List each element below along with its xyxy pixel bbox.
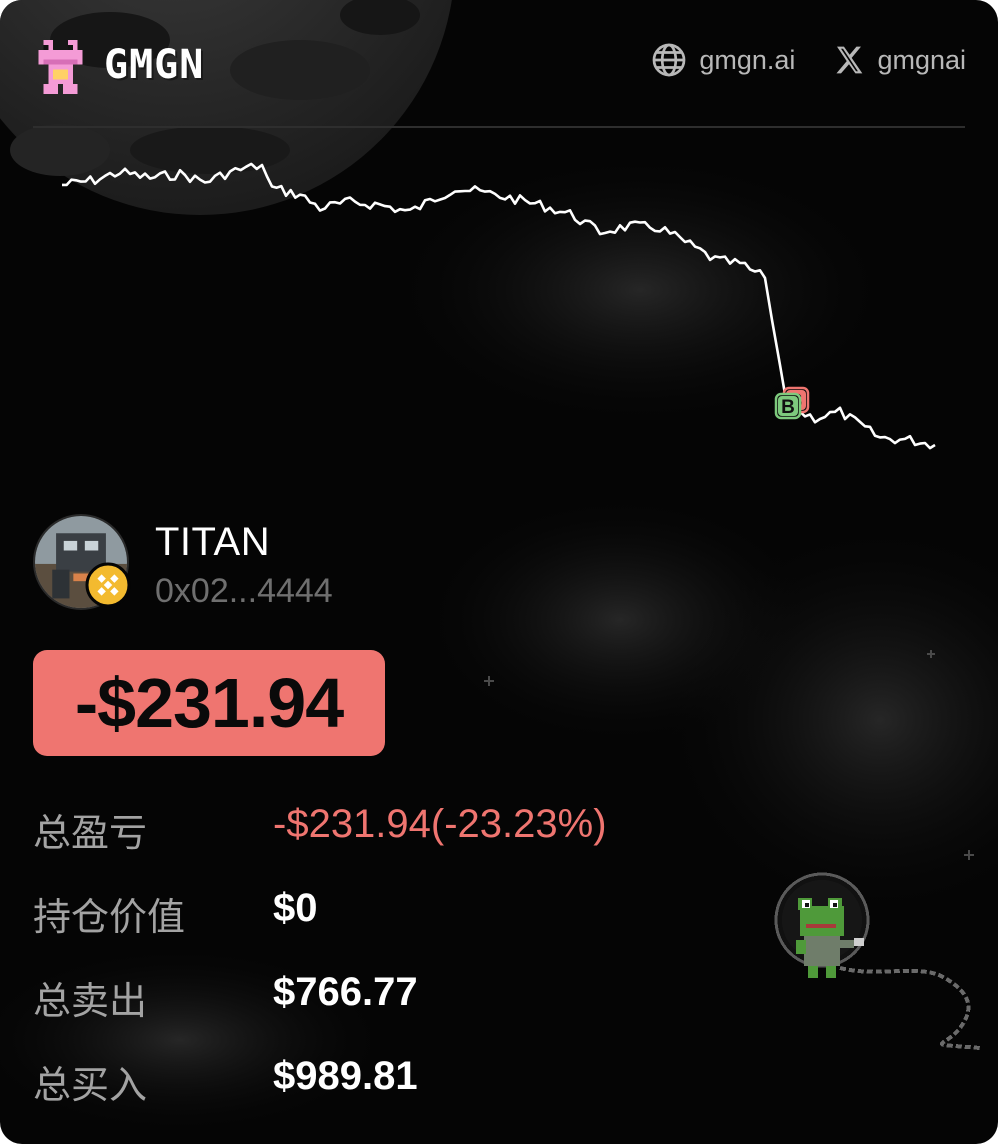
trade-marker-b: B	[774, 392, 802, 420]
pnl-share-card: GMGN gmgn.ai gmgnai SB	[0, 0, 998, 1144]
stats-list: 总盈亏 -$231.94(-23.23%) 持仓价值 $0 总卖出 $766.7…	[33, 792, 733, 1128]
stat-label: 总盈亏	[33, 811, 148, 855]
stat-value: $0	[273, 886, 318, 930]
user-name: TITAN	[155, 520, 271, 564]
stat-row-total-pnl: 总盈亏 -$231.94(-23.23%)	[33, 792, 733, 876]
stat-value: $989.81	[273, 1054, 418, 1098]
stat-value: -$231.94(-23.23%)	[273, 802, 607, 846]
pnl-value: -$231.94	[74, 664, 344, 742]
stat-label: 总买入	[33, 1063, 148, 1107]
avatar-wrap	[33, 514, 131, 610]
stat-label: 持仓价值	[33, 895, 186, 939]
stat-row-total-sold: 总卖出 $766.77	[33, 960, 733, 1044]
trade-marker-label: B	[781, 397, 795, 418]
stat-label: 总卖出	[33, 979, 148, 1023]
stat-row-total-bought: 总买入 $989.81	[33, 1044, 733, 1128]
astronaut-frog-illustration	[774, 872, 981, 1050]
price-line-chart: SB	[62, 162, 936, 450]
wallet-address[interactable]: 0x02...4444	[155, 572, 333, 611]
user-profile: TITAN 0x02...4444	[33, 514, 633, 614]
bnb-chain-icon	[85, 562, 131, 608]
pnl-badge: -$231.94	[33, 650, 385, 756]
stat-value: $766.77	[273, 970, 418, 1014]
stat-row-holding-value: 持仓价值 $0	[33, 876, 733, 960]
